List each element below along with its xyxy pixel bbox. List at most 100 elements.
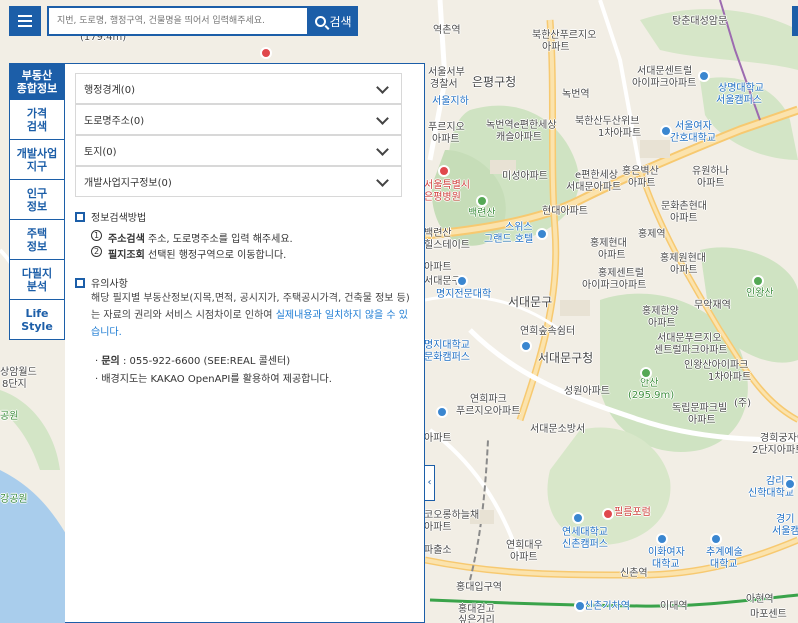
map-label: 홍제현대: [590, 238, 627, 249]
map-label: 연희대우: [506, 540, 543, 551]
tab-development-district[interactable]: 개발사업 지구: [9, 140, 65, 180]
accordion-road-address[interactable]: 도로명주소(0): [75, 104, 402, 135]
map-label: 인왕산: [746, 288, 774, 299]
map-label: 홍제센트럴: [598, 268, 644, 279]
map-label: 미성아파트: [502, 171, 548, 182]
hotel-pin-icon[interactable]: [574, 600, 586, 612]
map-label: 탕춘대성암문: [672, 16, 728, 27]
map-label: 파출소: [424, 545, 452, 556]
accordion-admin-boundary[interactable]: 행정경계(0): [75, 73, 402, 104]
map-label: 추계예술: [706, 547, 743, 558]
tab-lifestyle[interactable]: Life Style: [9, 300, 65, 340]
poi-pin-icon[interactable]: [436, 406, 448, 418]
accordion-development-info[interactable]: 개발사업지구정보(0): [75, 166, 402, 197]
school-pin-icon[interactable]: [710, 533, 722, 545]
accordion-label: 토지(0): [84, 147, 117, 158]
map-label: 경희궁자이: [760, 433, 798, 444]
step-strong: 필지조회: [108, 250, 145, 261]
school-pin-icon[interactable]: [660, 125, 672, 137]
school-pin-icon[interactable]: [784, 478, 796, 490]
map-label: 서울캠퍼스: [716, 95, 762, 106]
mountain-pin-icon[interactable]: [476, 195, 488, 207]
map-label: 서대문아파트: [566, 182, 622, 193]
search-input[interactable]: [49, 8, 307, 34]
map-label: 홍제역: [638, 229, 666, 240]
tab-multi-parcel-analysis[interactable]: 다필지 분석: [9, 260, 65, 300]
search-button[interactable]: 검색: [309, 6, 358, 36]
map-label: 아파트: [424, 522, 452, 533]
map-label: 북한산두산위브: [575, 116, 640, 127]
map-control-button[interactable]: [792, 6, 798, 36]
map-label: 아파트: [628, 178, 656, 189]
map-label: 은평병원: [424, 192, 461, 203]
map-label: e편한세상: [575, 170, 618, 181]
map-label: 무악재역: [694, 300, 731, 311]
school-pin-icon[interactable]: [698, 70, 710, 82]
collapse-panel-button[interactable]: ‹: [425, 465, 435, 501]
map-label: 상명대학교: [718, 83, 764, 94]
map-label: 서울특별시: [424, 180, 470, 191]
map-label: 은평구청: [472, 75, 517, 89]
map-label: 독립문파크빌: [672, 403, 728, 414]
guide-step: 2 필지조회 선택된 행정구역으로 이동합니다.: [91, 246, 286, 261]
map-label: 간호대학교: [670, 133, 716, 144]
hospital-pin-icon[interactable]: [260, 47, 272, 59]
map-label: 연세대학교: [562, 527, 608, 538]
tab-population-info[interactable]: 인구 정보: [9, 180, 65, 220]
map-label: 아이파크아파트: [632, 78, 697, 89]
hotel-pin-icon[interactable]: [536, 228, 548, 240]
tab-price-search[interactable]: 가격 검색: [9, 100, 65, 140]
map-label: 백련산: [424, 228, 452, 239]
map-label: 센트럴파크아파트: [654, 345, 728, 356]
school-pin-icon[interactable]: [656, 533, 668, 545]
panel-content: 행정경계(0) 도로명주소(0) 토지(0) 개발사업지구정보(0) 정보검색방…: [64, 63, 425, 623]
accordion-label: 도로명주소(0): [84, 116, 145, 127]
school-pin-icon[interactable]: [572, 512, 584, 524]
map-label: 서대문센트럴: [637, 66, 693, 77]
map-label: 그랜드 호텔: [484, 234, 534, 245]
hamburger-icon: [18, 20, 32, 22]
search-box: [47, 6, 309, 36]
map-label: 아파트: [510, 552, 538, 563]
search-button-label: 검색: [329, 14, 352, 29]
contact-text: : 055-922-6600 (SEE:REAL 콜센터): [119, 356, 291, 367]
caution-text: 해당 필지별 부동산정보(지목,면적, 공시지가, 주택공시가격, 건축물 정보…: [91, 290, 411, 341]
accordion-land[interactable]: 토지(0): [75, 135, 402, 166]
hospital-pin-icon[interactable]: [438, 165, 450, 177]
accordion-label: 행정경계(0): [84, 85, 135, 96]
chevron-down-icon: [376, 81, 389, 94]
search-guide-title-text: 정보검색방법: [91, 213, 147, 224]
map-label: 홍제한양: [642, 306, 679, 317]
map-label: 서울서부: [428, 67, 465, 78]
step-strong: 주소검색: [108, 234, 145, 245]
tab-housing-info[interactable]: 주택 정보: [9, 220, 65, 260]
chevron-down-icon: [376, 112, 389, 125]
map-label: 아파트: [542, 42, 570, 53]
park-pin-icon[interactable]: [520, 340, 532, 352]
chevron-down-icon: [376, 174, 389, 187]
theater-pin-icon[interactable]: [602, 508, 614, 520]
menu-button[interactable]: [9, 6, 41, 36]
step-number: 1: [91, 230, 102, 241]
map-label: 명지전문대학: [436, 289, 492, 300]
search-guide-title: 정보검색방법: [75, 209, 146, 224]
map-label: 신촌기차역: [584, 601, 630, 612]
map-label: 문화촌현대: [661, 201, 707, 212]
map-label: 아파트: [432, 134, 460, 145]
map-label: 1차아파트: [598, 128, 642, 139]
step-text: 선택된 행정구역으로 이동합니다.: [148, 250, 287, 261]
map-label: 유원하나: [692, 166, 729, 177]
map-label: 아현역: [746, 594, 774, 605]
tab-real-estate-info[interactable]: 부동산 종합정보: [9, 63, 65, 100]
map-label: 서대문푸르지오: [657, 333, 722, 344]
map-label: 캐슬아파트: [496, 132, 542, 143]
map-label: 서대문구: [508, 295, 553, 309]
mountain-pin-icon[interactable]: [752, 275, 764, 287]
school-pin-icon[interactable]: [456, 275, 468, 287]
map-label: 백련산: [468, 208, 496, 219]
map-label: 스위스: [505, 222, 533, 233]
map-label: 경기: [776, 514, 795, 525]
mountain-pin-icon[interactable]: [640, 367, 652, 379]
map-label: 녹번역: [562, 89, 590, 100]
map-label: 신학대학교: [748, 488, 794, 499]
